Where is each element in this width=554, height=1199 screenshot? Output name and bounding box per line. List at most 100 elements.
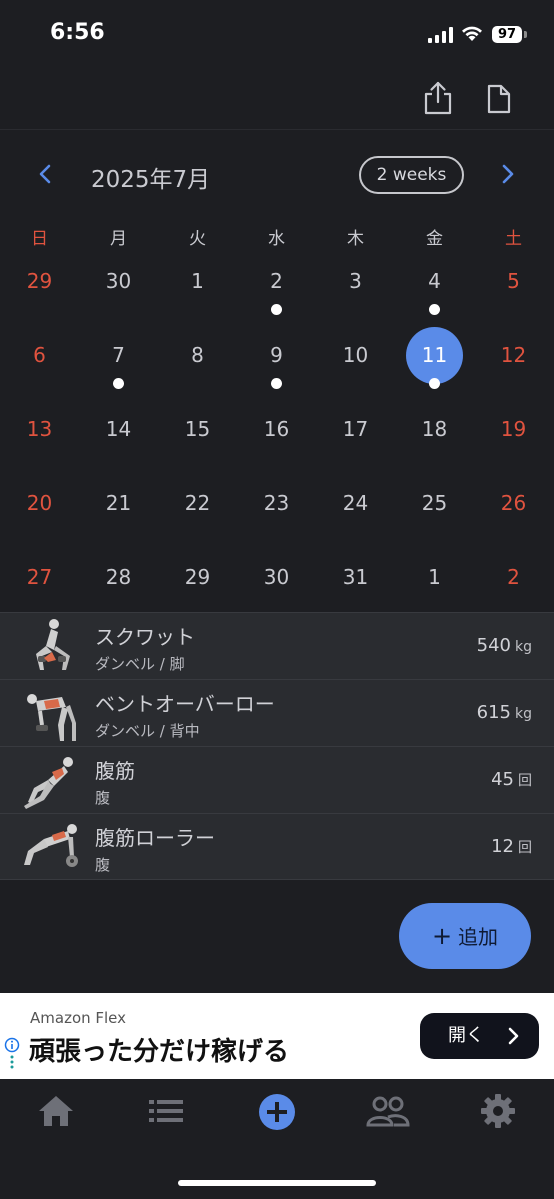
calendar-day-number: 18 bbox=[421, 417, 448, 441]
calendar-day-number: 26 bbox=[500, 491, 527, 515]
toolbar-divider bbox=[0, 129, 554, 130]
weekday-wed: 水 bbox=[268, 229, 285, 249]
calendar-day-number: 23 bbox=[263, 491, 290, 515]
calendar-day[interactable]: 8 bbox=[158, 329, 237, 403]
calendar-day-number: 31 bbox=[342, 565, 369, 589]
calendar-day-number: 19 bbox=[500, 417, 527, 441]
chevron-left-icon[interactable] bbox=[36, 163, 54, 185]
calendar-day-number: 6 bbox=[33, 343, 46, 367]
exercise-amount: 615 bbox=[476, 702, 511, 723]
exercise-amount: 12 bbox=[491, 836, 514, 857]
calendar-day[interactable]: 14 bbox=[79, 403, 158, 477]
calendar-day[interactable]: 15 bbox=[158, 403, 237, 477]
range-toggle-button[interactable]: 2 weeks bbox=[359, 156, 464, 194]
wifi-icon bbox=[462, 26, 482, 41]
calendar-day[interactable]: 21 bbox=[79, 477, 158, 551]
cellular-signal-icon bbox=[428, 27, 453, 43]
add-button-label: 追加 bbox=[458, 925, 499, 949]
ad-info-icon[interactable] bbox=[4, 1037, 20, 1071]
calendar-day[interactable]: 9 bbox=[237, 329, 316, 403]
calendar-day-number: 1 bbox=[191, 269, 204, 293]
calendar-day[interactable]: 1 bbox=[158, 255, 237, 329]
exercise-row[interactable]: ベントオーバーロー ダンベル / 背中 615 kg bbox=[0, 679, 554, 746]
month-title: 2025年7月 bbox=[91, 167, 211, 193]
calendar-day[interactable]: 22 bbox=[158, 477, 237, 551]
add-circle-icon[interactable] bbox=[257, 1092, 297, 1132]
calendar-day-number: 4 bbox=[428, 269, 441, 293]
calendar-day-number: 12 bbox=[500, 343, 527, 367]
home-icon[interactable] bbox=[37, 1093, 75, 1129]
exercise-category: ダンベル / 脚 bbox=[95, 655, 185, 673]
workout-dot bbox=[429, 304, 440, 315]
calendar-day[interactable]: 2 bbox=[237, 255, 316, 329]
exercise-total: 12 回 bbox=[491, 836, 532, 857]
calendar-day[interactable]: 6 bbox=[0, 329, 79, 403]
calendar-day[interactable]: 11 bbox=[395, 327, 474, 403]
calendar-day[interactable]: 29 bbox=[0, 255, 79, 329]
calendar-day-number: 11 bbox=[421, 343, 448, 367]
exercise-amount: 45 bbox=[491, 769, 514, 790]
add-exercise-button[interactable]: + 追加 bbox=[399, 903, 531, 969]
document-icon[interactable] bbox=[486, 84, 512, 114]
calendar-day-number: 22 bbox=[184, 491, 211, 515]
calendar-day[interactable]: 5 bbox=[474, 255, 553, 329]
workout-dot bbox=[271, 304, 282, 315]
exercise-unit: 回 bbox=[518, 773, 532, 789]
calendar-day-number: 29 bbox=[184, 565, 211, 589]
ab-roller-figure-icon bbox=[24, 824, 78, 867]
calendar-day-number: 27 bbox=[26, 565, 53, 589]
calendar-day-number: 21 bbox=[105, 491, 132, 515]
calendar-day[interactable]: 20 bbox=[0, 477, 79, 551]
calendar-day-number: 10 bbox=[342, 343, 369, 367]
exercise-row[interactable]: スクワット ダンベル / 脚 540 kg bbox=[0, 612, 554, 679]
ad-headline: 頑張った分だけ稼げる bbox=[29, 1037, 290, 1067]
calendar-day[interactable]: 18 bbox=[395, 403, 474, 477]
calendar-day[interactable]: 16 bbox=[237, 403, 316, 477]
calendar-day[interactable]: 24 bbox=[316, 477, 395, 551]
gear-icon[interactable] bbox=[480, 1093, 516, 1129]
calendar-day[interactable]: 10 bbox=[316, 329, 395, 403]
calendar-day[interactable]: 30 bbox=[79, 255, 158, 329]
calendar-day-number: 24 bbox=[342, 491, 369, 515]
chevron-right-icon[interactable] bbox=[499, 163, 517, 185]
calendar-day[interactable]: 12 bbox=[474, 329, 553, 403]
list-icon[interactable] bbox=[147, 1098, 185, 1124]
calendar-day-number: 13 bbox=[26, 417, 53, 441]
exercise-name: 腹筋 bbox=[95, 759, 135, 783]
calendar-day[interactable]: 7 bbox=[79, 329, 158, 403]
exercise-row[interactable]: 腹筋 腹 45 回 bbox=[0, 746, 554, 813]
status-bar: 6:56 97 bbox=[0, 0, 554, 70]
ad-open-button[interactable]: 開く bbox=[420, 1013, 539, 1059]
calendar-day[interactable]: 13 bbox=[0, 403, 79, 477]
calendar-day-number: 9 bbox=[270, 343, 283, 367]
calendar-day[interactable]: 19 bbox=[474, 403, 553, 477]
calendar-day[interactable]: 17 bbox=[316, 403, 395, 477]
home-indicator bbox=[178, 1180, 376, 1186]
calendar-day-number: 29 bbox=[26, 269, 53, 293]
calendar-day[interactable]: 3 bbox=[316, 255, 395, 329]
calendar-day-number: 16 bbox=[263, 417, 290, 441]
workout-dot bbox=[113, 378, 124, 389]
calendar-day-number: 2 bbox=[507, 565, 520, 589]
exercise-name: スクワット bbox=[95, 625, 195, 649]
status-time: 6:56 bbox=[50, 20, 105, 45]
calendar-day-number: 25 bbox=[421, 491, 448, 515]
share-icon[interactable] bbox=[423, 80, 453, 116]
people-icon[interactable] bbox=[366, 1095, 410, 1127]
exercise-category: ダンベル / 背中 bbox=[95, 722, 200, 740]
exercise-unit: kg bbox=[515, 639, 532, 655]
exercise-category: 腹 bbox=[95, 789, 111, 807]
exercise-unit: kg bbox=[515, 706, 532, 722]
exercise-row[interactable]: 腹筋ローラー 腹 12 回 bbox=[0, 813, 554, 880]
crunch-figure-icon bbox=[24, 757, 73, 809]
calendar-day-number: 14 bbox=[105, 417, 132, 441]
calendar-day[interactable]: 26 bbox=[474, 477, 553, 551]
ad-banner[interactable]: Amazon Flex 頑張った分だけ稼げる 開く bbox=[0, 993, 554, 1079]
calendar-day[interactable]: 23 bbox=[237, 477, 316, 551]
calendar-day[interactable]: 4 bbox=[395, 255, 474, 329]
calendar-day-number: 17 bbox=[342, 417, 369, 441]
calendar-day-number: 3 bbox=[349, 269, 362, 293]
calendar-day[interactable]: 25 bbox=[395, 477, 474, 551]
weekday-thu: 木 bbox=[347, 229, 364, 249]
calendar-day-number: 8 bbox=[191, 343, 204, 367]
